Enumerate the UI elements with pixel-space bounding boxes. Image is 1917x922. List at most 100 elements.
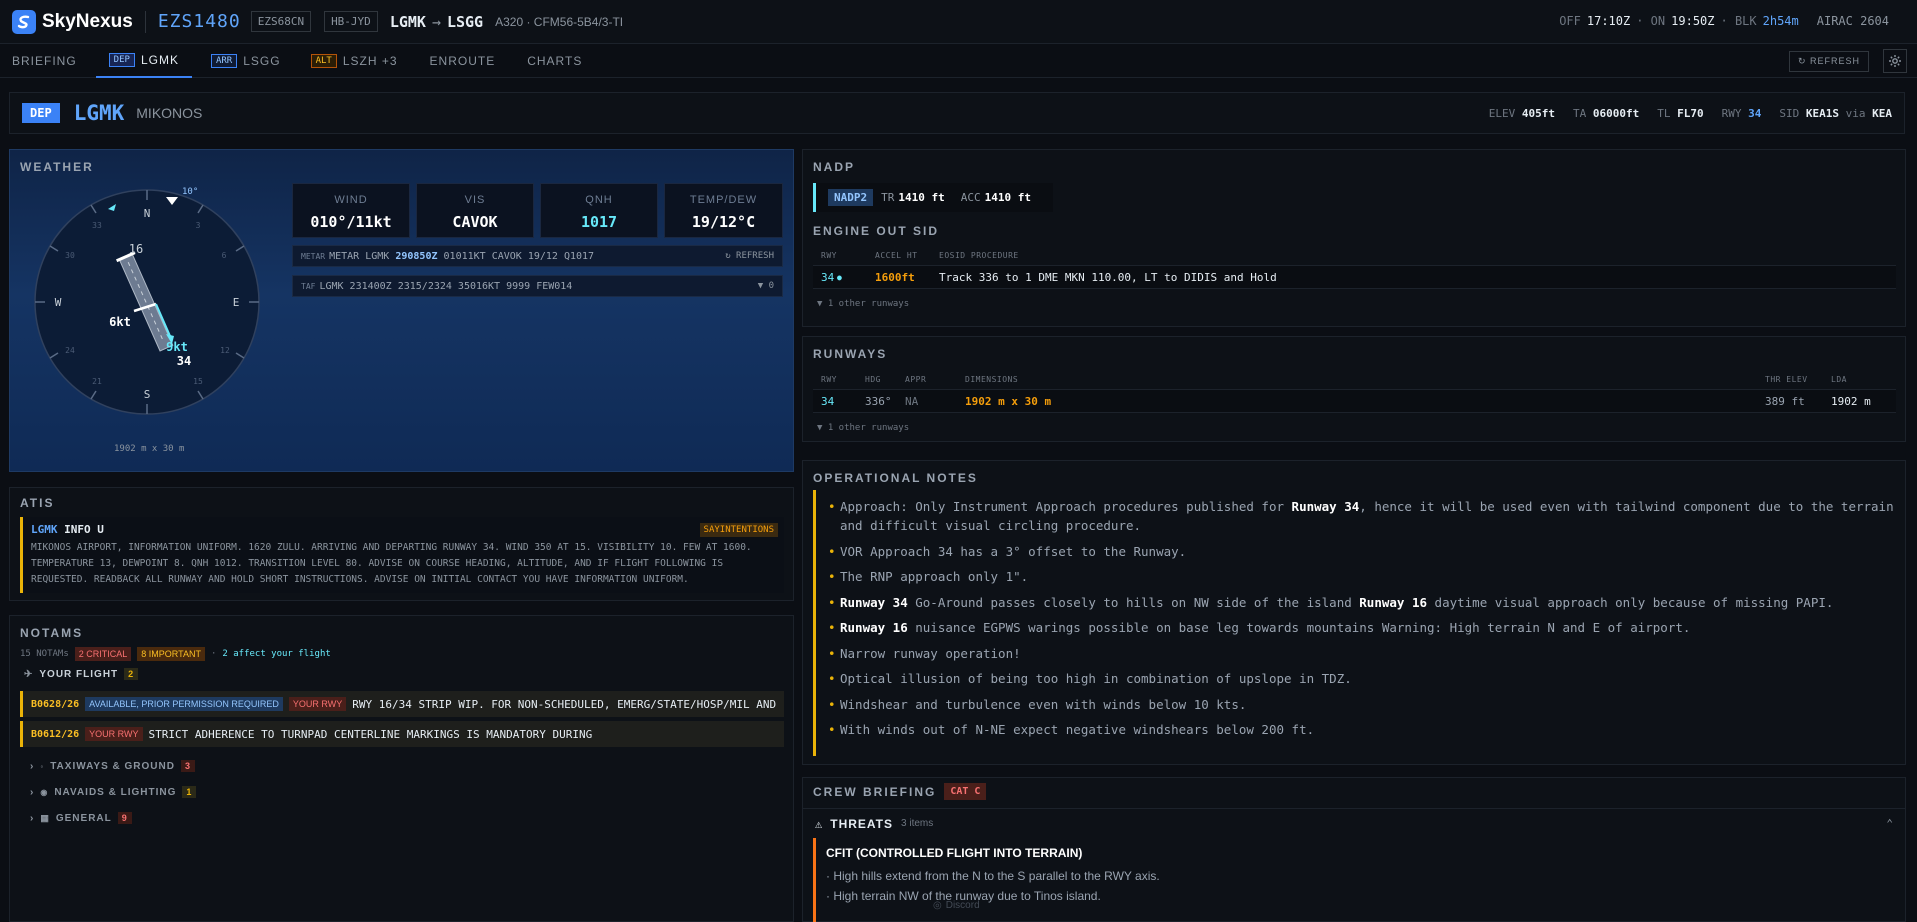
route-origin: LGMK: [389, 12, 426, 31]
metar-refresh-button[interactable]: ↻ REFRESH: [725, 251, 774, 261]
tab-label: ENROUTE: [429, 53, 496, 68]
crew-title: CREW BRIEFING: [813, 784, 937, 799]
tab-enroute[interactable]: ENROUTE: [417, 44, 509, 78]
eosid-row[interactable]: 34 ● 1600ft Track 336 to 1 DME MKN 110.0…: [813, 265, 1896, 289]
note-runway: Runway 34: [840, 594, 908, 610]
runway-threshold-elev: 389 ft: [1765, 395, 1805, 408]
discord-overlay[interactable]: ◎ Discord: [933, 900, 980, 911]
category-count: 3: [180, 760, 195, 772]
warning-icon: ⚠: [815, 816, 823, 831]
chevron-up-icon[interactable]: ⌃: [1886, 817, 1893, 830]
nadp-panel: NADP NADP2 TR 1410 ft ACC 1410 ft ENGINE O…: [802, 149, 1906, 327]
col-thr-elev: THR ELEV: [1765, 375, 1808, 384]
discord-label: Discord: [945, 900, 980, 911]
taf-body: LGMK 231400Z 2315/2324 35016KT 9999 FEW0…: [319, 280, 573, 292]
tab-briefing[interactable]: BRIEFING: [0, 44, 90, 78]
nadp-title: NADP: [813, 160, 856, 174]
refresh-button[interactable]: ↻ REFRESH: [1788, 51, 1869, 72]
atis-source-badge: SAYINTENTIONS: [699, 523, 778, 537]
ops-title: OPERATIONAL NOTES: [813, 471, 978, 485]
note-text: Optical illusion of being too high in co…: [840, 671, 1352, 686]
dep-badge: DEP: [22, 103, 60, 123]
off-label: OFF: [1559, 14, 1581, 28]
crosswind-label: 6kt: [109, 315, 131, 329]
route-destination: LSGG: [446, 12, 484, 31]
metar-station: METAR LGMK: [329, 250, 390, 262]
runways-panel: RUNWAYS RWY HDG APPR DIMENSIONS THR ELEV…: [802, 336, 1906, 442]
tab-arrival[interactable]: ARR LSGG: [198, 44, 294, 78]
important-badge[interactable]: 8 IMPORTANT: [137, 647, 205, 661]
notam-id: B0628/26: [31, 698, 80, 710]
runway-lda: 1902 m: [1831, 395, 1871, 408]
tab-departure[interactable]: DEP LGMK: [95, 44, 192, 78]
list-item: The RNP approach only 1".: [828, 567, 1896, 586]
crew-briefing-panel: CREW BRIEFING CAT C ⚠ THREATS 3 items ⌃ …: [802, 777, 1906, 922]
ta-label: TA: [1573, 107, 1587, 120]
metar-prefix: METAR: [301, 251, 326, 261]
runway-row[interactable]: 34 336° NA 1902 m x 30 m 389 ft 1902 m: [813, 389, 1896, 413]
threats-count: 3 items: [901, 818, 934, 829]
active-runway: 34: [1748, 107, 1762, 120]
taxiway-icon: ◦: [40, 761, 45, 771]
notam-row[interactable]: B0628/26 AVAILABLE, PRIOR PERMISSION REQ…: [20, 691, 784, 717]
category-count: 1: [182, 786, 197, 798]
tab-charts[interactable]: CHARTS: [514, 44, 595, 78]
runways-more[interactable]: ▼ 1 other runways: [817, 423, 909, 433]
category-label: NAVAIDS & LIGHTING: [54, 786, 177, 798]
airport-name: MIKONOS: [136, 105, 203, 121]
tick-12: 12: [220, 346, 230, 355]
your-flight-section[interactable]: ✈ YOUR FLIGHT 2: [24, 668, 139, 680]
chevron-right-icon: ›: [30, 760, 35, 772]
tab-label: BRIEFING: [12, 53, 77, 68]
wind-label: WIND: [334, 194, 368, 206]
blk-label: · BLK: [1720, 14, 1757, 28]
settings-button[interactable]: [1883, 49, 1907, 73]
list-item: Optical illusion of being too high in co…: [828, 669, 1896, 688]
weather-title: WEATHER: [20, 160, 94, 174]
eosid-more-runways[interactable]: ▼ 1 other runways: [817, 299, 909, 309]
airport-header: DEP LGMK MIKONOS ELEV 405ft TA 06000ft T…: [9, 92, 1905, 134]
threats-label: THREATS: [830, 816, 894, 831]
tab-label: LSGG: [243, 53, 281, 68]
your-flight-count: 2: [124, 668, 139, 680]
visibility-box: VIS CAVOK: [416, 183, 534, 238]
off-time: 17:10Z: [1586, 14, 1631, 28]
note-text: daytime visual approach only because of …: [1427, 594, 1834, 610]
col-rwy: RWY: [821, 375, 837, 384]
notam-row[interactable]: B0612/26 YOUR RWY STRICT ADHERENCE TO TU…: [20, 721, 784, 747]
registration-chip: HB-JYD: [324, 11, 378, 32]
brand[interactable]: SkyNexus: [12, 9, 133, 34]
via-value: KEA: [1872, 107, 1892, 120]
wind-direction-label: 10°: [182, 187, 198, 197]
atc-callsign-chip: EZS68CN: [250, 11, 312, 32]
tab-alternates[interactable]: ALT LSZH +3: [298, 44, 411, 78]
taf-row[interactable]: TAF LGMK 231400Z 2315/2324 35016KT 9999 …: [292, 275, 783, 297]
notam-category-general[interactable]: › ▦ GENERAL 9: [30, 812, 132, 824]
notam-category-navaids[interactable]: › ◉ NAVAIDS & LIGHTING 1: [30, 786, 197, 798]
brand-name: SkyNexus: [42, 10, 133, 32]
col-rwy: RWY: [821, 251, 837, 260]
on-label: · ON: [1636, 14, 1666, 28]
tick-21: 21: [92, 377, 102, 386]
notam-text: STRICT ADHERENCE TO TURNPAD CENTERLINE M…: [148, 727, 593, 741]
list-item: Narrow runway operation!: [828, 644, 1896, 663]
airac-cycle: AIRAC 2604: [1816, 14, 1889, 28]
note-runway: Runway 16: [840, 620, 908, 635]
compass-n: N: [144, 207, 151, 220]
nadp-badge: NADP2: [828, 189, 874, 206]
threats-section-header[interactable]: ⚠ THREATS 3 items ⌃: [803, 808, 1905, 838]
notam-total: 15 NOTAMs: [20, 649, 69, 659]
tab-bar: BRIEFING DEP LGMK ARR LSGG ALT LSZH +3 ENRO…: [0, 44, 1917, 78]
navaid-icon: ◉: [40, 787, 49, 797]
affect-flight-count: 2 affect your flight: [222, 649, 331, 659]
wind-box: WIND 010°/11kt: [292, 183, 410, 238]
critical-badge[interactable]: 2 CRITICAL: [74, 647, 132, 661]
taf-expand-toggle[interactable]: ▼ 0: [758, 281, 774, 291]
list-item: · High hills extend from the N to the S …: [826, 869, 1160, 883]
metar-row: METAR METAR LGMK 290850Z 01011KT CAVOK 1…: [292, 245, 783, 267]
notam-category-taxiways[interactable]: › ◦ TAXIWAYS & GROUND 3: [30, 760, 195, 772]
threat-title: CFIT (CONTROLLED FLIGHT INTO TERRAIN): [826, 846, 1083, 860]
plane-icon: ✈: [24, 668, 34, 680]
skynexus-logo-icon: [12, 9, 36, 34]
route: LGMK → LSGG: [390, 13, 483, 31]
